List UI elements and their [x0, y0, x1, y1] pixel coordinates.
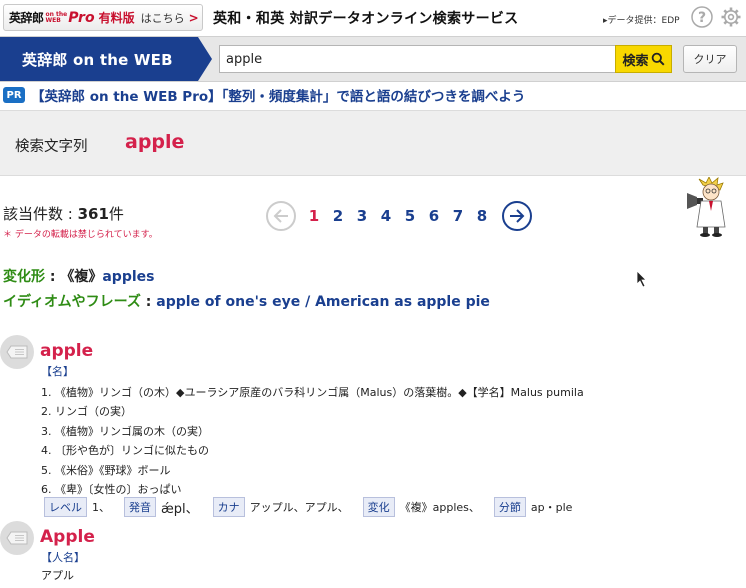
mouse-cursor-icon	[635, 270, 649, 288]
inflection-tag: 変化	[362, 497, 395, 517]
data-provider-link[interactable]: ▸データ提供：EDP	[603, 13, 680, 26]
entry-bookmark-icon[interactable]	[0, 521, 34, 555]
result-count-value: 361	[77, 205, 109, 223]
pr-badge: PR	[3, 87, 25, 103]
result-count-prefix: 該当件数 :	[3, 205, 78, 223]
entry-bookmark-icon[interactable]	[0, 335, 34, 369]
next-page-button[interactable]	[502, 201, 532, 231]
inflection-marker: 《複》	[60, 269, 103, 285]
arrow-right-icon	[510, 209, 525, 223]
idiom-link-american-as-apple-pie[interactable]: American as apple pie	[315, 294, 490, 310]
page-3[interactable]: 3	[350, 207, 374, 225]
search-button[interactable]: 検索	[615, 45, 672, 73]
search-button-label: 検索	[622, 53, 649, 69]
inflection-meta-value: 《複》apples、	[399, 501, 480, 514]
entry-headword: apple	[40, 341, 94, 361]
sense-item: 5. 《米俗》《野球》ボール	[41, 463, 171, 477]
pro-logo-text: 英辞郎	[9, 11, 44, 25]
pro-logo-mini-bottom: WEB	[45, 16, 61, 24]
result-count: 該当件数 : 361件	[3, 203, 124, 224]
kana-tag: カナ	[212, 497, 245, 517]
pro-logo-pro: Pro	[68, 9, 95, 26]
top-strip: 英辞郎 on the WEB Pro 有料版 はこちら > 英和・和英 対訳デー…	[0, 0, 746, 36]
query-label: 検索文字列	[15, 139, 88, 155]
mascot-professor-illustration	[685, 176, 737, 237]
sense-item: 4. 〔形や色が〕リンゴに似たもの	[41, 444, 209, 458]
idiom-line: イディオムやフレーズ : apple of one's eye / Americ…	[3, 291, 490, 311]
entry-pos: 【人名】	[41, 551, 85, 564]
pronunciation-value: ǽpl、	[161, 501, 199, 517]
kana-value: アップル、アプル、	[249, 501, 349, 514]
svg-text:?: ?	[698, 10, 706, 26]
sense-item: 3. 《植物》リンゴ属の木（の実）	[41, 424, 209, 438]
transfer-note: ＊ データの転載は禁じられています。	[3, 230, 158, 240]
level-tag: レベル	[44, 497, 87, 517]
gear-icon[interactable]	[720, 6, 742, 28]
pagination: 1 2 3 4 5 6 7 8	[266, 200, 532, 232]
entry-pos: 【名】	[41, 365, 74, 378]
inflection-line: 変化形 : 《複》apples	[3, 266, 154, 286]
page-2[interactable]: 2	[326, 207, 350, 225]
query-word: apple	[125, 131, 185, 153]
search-input[interactable]	[219, 45, 615, 73]
result-count-suffix: 件	[108, 205, 124, 223]
clear-button[interactable]: クリア	[683, 45, 737, 73]
level-value: 1、	[92, 501, 110, 514]
site-logo[interactable]: 英辞郎 on the WEB	[0, 37, 212, 81]
search-bar: 英辞郎 on the WEB 検索 クリア	[0, 36, 746, 82]
idiom-colon: :	[140, 294, 157, 310]
arrow-left-icon	[273, 209, 288, 223]
page-5[interactable]: 5	[398, 207, 422, 225]
pro-logo-mini: on the WEB	[45, 11, 68, 24]
sense-item: 1. 《植物》リンゴ（の木）◆ユーラシア原産のバラ科リンゴ属（Malus）の落葉…	[41, 386, 584, 399]
idiom-separator: /	[300, 294, 316, 310]
entry-headword: Apple	[40, 527, 95, 547]
site-title: 英和・和英 対訳データオンライン検索サービス	[213, 11, 519, 27]
idiom-label: イディオムやフレーズ	[3, 294, 141, 310]
pr-line: PR 【英辞郎 on the WEB Pro】「整列・頻度集計」で語と語の結びつ…	[0, 85, 525, 105]
help-icon[interactable]: ?	[691, 6, 713, 28]
prev-page-button[interactable]	[266, 201, 296, 231]
pr-link[interactable]: 【英辞郎 on the WEB Pro】「整列・頻度集計」で語と語の結びつきを調…	[31, 85, 525, 105]
idiom-link-apple-of-ones-eye[interactable]: apple of one's eye	[156, 294, 300, 310]
inflection-colon: :	[45, 269, 61, 285]
page-4[interactable]: 4	[374, 207, 398, 225]
query-box: 検索文字列 apple	[0, 110, 746, 176]
entry-meta: レベル 1、 発音 ǽpl、 カナ アップル、アプル、 変化 《複》apples…	[44, 497, 586, 517]
pronunciation-tag: 発音	[124, 497, 156, 517]
page-8[interactable]: 8	[470, 207, 494, 225]
pro-version-banner-link[interactable]: 英辞郎 on the WEB Pro 有料版 はこちら >	[3, 4, 203, 31]
search-icon	[651, 52, 665, 66]
entry-senses: 1. 《植物》リンゴ（の木）◆ユーラシア原産のバラ科リンゴ属（Malus）の落葉…	[41, 383, 584, 499]
chevron-right-icon: >	[188, 10, 199, 25]
pro-paid-label: 有料版	[98, 11, 135, 25]
syllable-tag: 分節	[493, 497, 526, 517]
inflection-value: apples	[102, 269, 155, 285]
sense-item: 2. リンゴ（の実）	[41, 405, 132, 419]
entry-text: アプル	[41, 569, 74, 582]
syllable-value: ap・ple	[530, 501, 573, 514]
inflection-label: 変化形	[3, 269, 45, 285]
page-6[interactable]: 6	[422, 207, 446, 225]
page-7[interactable]: 7	[446, 207, 470, 225]
site-logo-text: 英辞郎 on the WEB	[22, 50, 173, 69]
pro-here-label: はこちら	[140, 11, 185, 25]
page-1: 1	[308, 207, 320, 225]
